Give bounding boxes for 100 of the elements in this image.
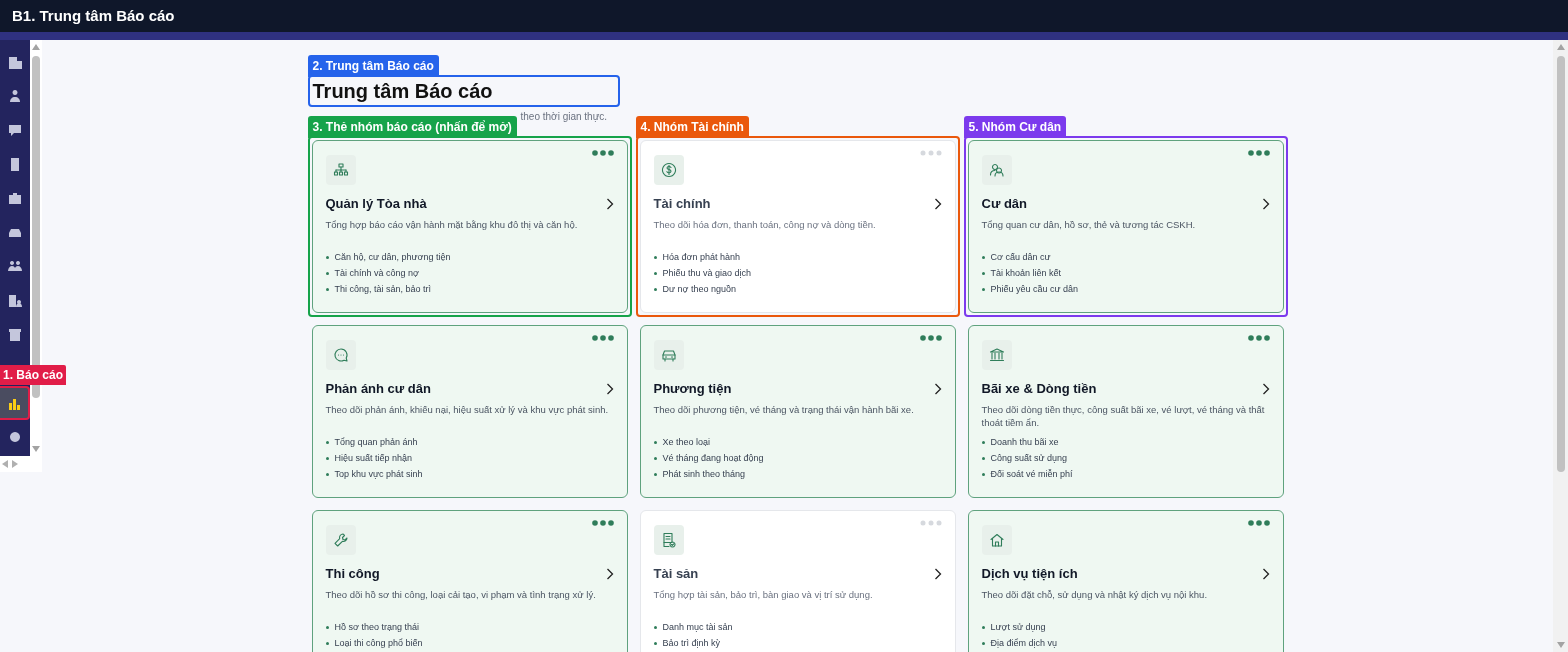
list-item: Hiệu suất tiếp nhận [334,451,413,465]
scrollbar-thumb[interactable] [1556,56,1565,472]
car-icon [660,347,677,363]
list-item: Phát sinh theo tháng [662,467,746,481]
sidebar-item[interactable] [0,386,30,420]
list-item: Loại thi công phổ biến [334,636,423,650]
more-icon[interactable] [919,335,942,341]
chat-icon [7,122,23,138]
more-icon[interactable] [591,150,614,156]
page-subtitle: theo thời gian thực. [519,110,609,124]
card-title: Quản lý Tòa nhà [325,195,427,213]
bank-icon [988,347,1005,363]
wrench-icon [332,532,349,548]
list-item: Tài khoản liên kết [990,266,1062,280]
report-card[interactable]: Thi công Theo dõi hồ sơ thi công, loại cải tạo, vi phạm và tình trạng xử lý. Hồ sơ theo trạng thái Loại thi công phổ biến [311,510,628,652]
bullet-icon [325,288,329,291]
window-title: B1. Trung tâm Báo cáo [0,0,1568,32]
annotation-label: 5. Nhóm Cư dân [963,116,1067,138]
chevron-right-icon[interactable] [1261,197,1270,210]
bullet-icon [653,473,657,476]
report-card[interactable]: Bãi xe & Dòng tiền Theo dõi dòng tiền thực, công suất bãi xe, vé lượt, vé tháng và thất thoát tiềm ẩn. Doanh thu bãi xe Công suất sử dụng Đối soát vé miễn phí [967,325,1284,498]
card-description: Tổng quan cư dân, hồ sơ, thẻ và tương tác CSKH. [981,217,1197,232]
chevron-right-icon[interactable] [605,197,614,210]
list-item: Cơ cấu dân cư [990,250,1051,264]
bullet-icon [325,626,329,629]
report-card[interactable]: Cư dân Tổng quan cư dân, hồ sơ, thẻ và tương tác CSKH. Cơ cấu dân cư Tài khoản liên kết Phiếu yêu cầu cư dân [967,140,1284,313]
list-item: Xe theo loại [662,435,711,449]
report-card[interactable]: Tài sản Tổng hợp tài sản, bảo trì, bàn giao và vị trí sử dụng. Danh mục tài sản Bảo trì định kỳ [639,510,956,652]
report-card[interactable]: Phản ánh cư dân Theo dõi phản ánh, khiếu nại, hiệu suất xử lý và khu vực phát sinh. Tổng quan phản ánh Hiệu suất tiếp nhận Top khu vực phát sinh [311,325,628,498]
bullet-icon [325,473,329,476]
card-description: Theo dõi hóa đơn, thanh toán, công nợ và dòng tiền. [653,217,877,232]
report-card[interactable]: Tài chính Theo dõi hóa đơn, thanh toán, công nợ và dòng tiền. Hóa đơn phát hành Phiếu thu và giao dịch Dư nợ theo nguồn [639,140,956,313]
bullet-icon [653,642,657,645]
more-icon[interactable] [1247,520,1270,526]
bullet-icon [653,626,657,629]
users-icon [988,162,1005,178]
report-card[interactable]: Dịch vụ tiện ích Theo dõi đặt chỗ, sử dụng và nhật ký dịch vụ nội khu. Lượt sử dụng Địa điểm dịch vụ [967,510,1284,652]
briefcase-icon [7,190,23,206]
chat-icon [332,347,349,363]
report-card[interactable]: Phương tiện Theo dõi phương tiện, vé tháng và trạng thái vận hành bãi xe. Xe theo loại Vé tháng đang hoạt động Phát sinh theo tháng [639,325,956,498]
card-title: Tài sản [653,565,699,583]
bullet-icon [325,457,329,460]
card-title: Bãi xe & Dòng tiền [981,380,1097,398]
chevron-right-icon[interactable] [933,382,942,395]
bullet-icon [325,272,329,275]
list-item: Hóa đơn phát hành [662,250,740,264]
list-item: Dư nợ theo nguồn [662,282,736,296]
annotation-label: 4. Nhóm Tài chính [635,116,749,138]
more-icon[interactable] [1247,150,1270,156]
list-item: Vé tháng đang hoạt động [662,451,764,465]
bullet-icon [653,288,657,291]
card-title: Cư dân [981,195,1028,213]
bullet-icon [653,272,657,275]
card-title: Thi công [325,565,380,583]
list-item: Danh mục tài sản [662,620,733,634]
annotation-label: 2. Trung tâm Báo cáo [307,55,439,77]
bullet-icon [653,457,657,460]
bullet-icon [653,441,657,444]
chevron-right-icon[interactable] [933,197,942,210]
card-description: Theo dõi hồ sơ thi công, loại cải tạo, vi phạm và tình trạng xử lý. [325,587,597,602]
bullet-icon [325,441,329,444]
card-title: Phương tiện [653,380,732,398]
bullet-icon [981,441,985,444]
chevron-right-icon[interactable] [1261,382,1270,395]
list-item: Lượt sử dụng [990,620,1046,634]
people-icon [7,258,23,274]
more-icon[interactable] [591,520,614,526]
document-icon [660,532,677,548]
bullet-icon [325,642,329,645]
list-item: Doanh thu bãi xe [990,435,1059,449]
chevron-right-icon[interactable] [1261,567,1270,580]
list-item: Tổng quan phản ánh [334,435,418,449]
card-description: Theo dõi phản ánh, khiếu nại, hiệu suất xử lý và khu vực phát sinh. [325,402,610,417]
bullet-icon [981,256,985,259]
card-title: Dịch vụ tiện ích [981,565,1078,583]
list-item: Căn hộ, cư dân, phương tiện [334,250,451,264]
building-icon [7,292,23,308]
more-icon[interactable] [1247,335,1270,341]
list-item: Đối soát vé miễn phí [990,467,1073,481]
bullet-icon [325,256,329,259]
house-icon [988,532,1005,548]
chevron-right-icon[interactable] [933,567,942,580]
card-description: Theo dõi phương tiện, vé tháng và trạng thái vận hành bãi xe. [653,402,915,417]
chevron-right-icon[interactable] [605,382,614,395]
card-description: Theo dõi đặt chỗ, sử dụng và nhật ký dịch vụ nội khu. [981,587,1209,602]
more-icon[interactable] [591,335,614,341]
annotation-label: 3. Thẻ nhóm báo cáo (nhấn để mở) [307,116,517,138]
person-icon [7,88,23,104]
bullet-icon [981,457,985,460]
chevron-right-icon[interactable] [605,567,614,580]
bullet-icon [653,256,657,259]
bullet-icon [981,272,985,275]
list-item: Địa điểm dịch vụ [990,636,1058,650]
list-item: Thi công, tài sản, bảo trì [334,282,432,296]
bullet-icon [981,473,985,476]
card-title: Phản ánh cư dân [325,380,431,398]
card-title: Tài chính [653,195,711,213]
report-card[interactable]: Quản lý Tòa nhà Tổng hợp báo cáo vận hành mặt bằng khu đô thị và căn hộ. Căn hộ, cư dân, phương tiện Tài chính và công nợ Thi công, tài sản, bảo trì [311,140,628,313]
sitemap-icon [332,162,349,178]
page-heading: Trung tâm Báo cáo [312,79,493,103]
